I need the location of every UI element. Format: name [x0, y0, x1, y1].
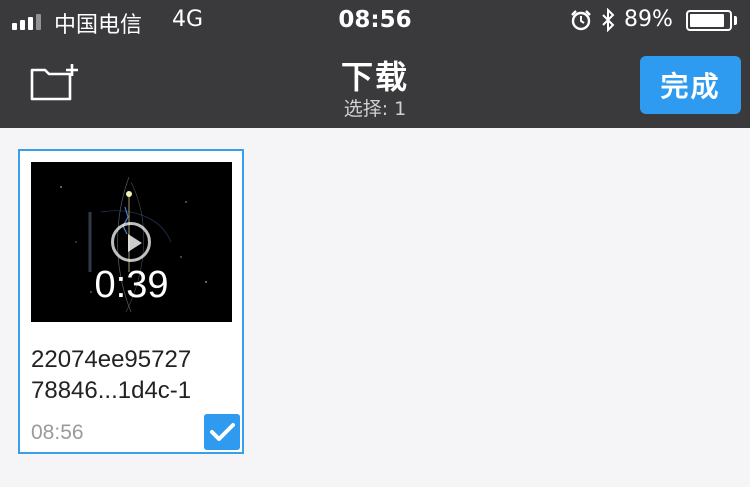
file-grid: 0:39 22074ee95727 78846...1d4c-1 08:56 [0, 128, 750, 487]
file-name-line-1: 22074ee95727 [31, 346, 192, 373]
page-title: 下载 [340, 58, 409, 96]
file-name-line-2: 78846...1d4c-1 [31, 377, 192, 404]
navigation-bar: 下载 选择: 1 完成 [0, 40, 750, 128]
video-duration: 0:39 [94, 264, 169, 306]
battery-cap [734, 16, 737, 25]
alarm-icon [571, 10, 591, 31]
done-button[interactable]: 完成 [640, 56, 741, 114]
battery-icon [686, 10, 732, 31]
play-icon[interactable] [111, 222, 151, 262]
checkbox-checked-icon[interactable] [204, 414, 240, 450]
video-thumbnail[interactable]: 0:39 [31, 162, 232, 322]
file-name: 22074ee95727 78846...1d4c-1 [31, 344, 241, 406]
battery-percent: 89% [624, 7, 673, 32]
file-time: 08:56 [31, 421, 84, 444]
video-file-card[interactable]: 0:39 22074ee95727 78846...1d4c-1 08:56 [18, 149, 244, 454]
status-bar: 中国电信 4G 08:56 89% [0, 0, 750, 40]
bluetooth-icon [602, 8, 615, 32]
battery-level-fill [690, 14, 724, 27]
selection-count: 选择: 1 [343, 98, 407, 120]
